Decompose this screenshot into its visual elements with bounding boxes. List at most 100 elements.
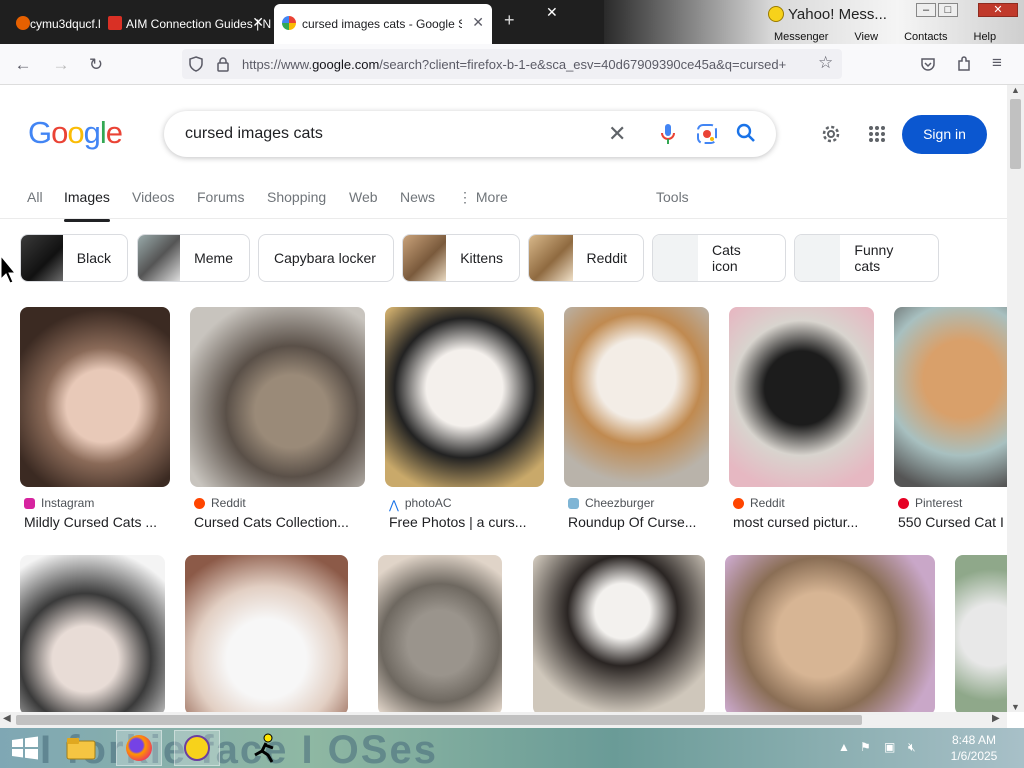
result-source[interactable]: Pinterest [898,496,962,510]
address-bar[interactable]: https://www.google.com/search?client=fir… [182,49,842,79]
scroll-down-arrow-icon[interactable]: ▼ [1011,702,1020,712]
yahoo-window-title: Yahoo! Mess... [788,6,887,23]
scroll-up-arrow-icon[interactable]: ▲ [1011,85,1020,95]
lock-icon[interactable] [216,56,230,72]
flag-icon[interactable]: ⚑ [860,740,871,754]
tab-forums[interactable]: Forums [197,189,244,205]
result-image[interactable] [378,555,502,713]
network-icon[interactable]: ▣ [884,740,895,754]
tools-button[interactable]: Tools [656,189,689,205]
result-image[interactable] [190,307,365,487]
result-image[interactable] [185,555,348,713]
tab-2[interactable]: AIM Connection Guides | NI ✕ [100,4,272,44]
mouse-cursor-icon [0,255,14,284]
result-source[interactable]: ⋀ photoAC [389,496,452,512]
chip-kittens[interactable]: Kittens [402,234,520,282]
maximize-button[interactable]: □ [938,3,958,17]
chip-reddit[interactable]: Reddit [528,234,644,282]
taskbar-aim[interactable] [242,730,288,766]
scroll-right-arrow-icon[interactable]: ▶ [992,713,1000,724]
google-logo[interactable]: Google [28,115,123,151]
result-title[interactable]: Cursed Cats Collection... [194,514,364,530]
result-source[interactable]: Cheezburger [568,496,654,510]
result-image[interactable] [955,555,1007,713]
menu-contacts[interactable]: Contacts [904,31,947,43]
taskbar-file-explorer[interactable] [58,730,104,766]
tab-1-label: cymu3dqucf.lockxie/ [30,17,100,31]
result-image[interactable] [533,555,705,713]
result-title[interactable]: Free Photos | a curs... [389,514,544,530]
menu-view[interactable]: View [854,31,878,43]
lens-search-icon[interactable] [696,123,718,145]
volume-muted-icon[interactable]: 🔇︎ [908,740,916,755]
minimize-button[interactable]: – [916,3,936,17]
tab-3-active[interactable]: cursed images cats - Google Se ✕ [274,4,492,44]
result-image[interactable] [20,555,165,713]
result-image[interactable] [894,307,1007,487]
windows-taskbar: I forkie face I OSes ▲ ⚑ ▣ 🔇︎ 8:48 AM 1/… [0,728,1024,768]
scroll-left-arrow-icon[interactable]: ◀ [3,713,11,724]
back-arrow-icon[interactable]: ← [12,54,34,76]
chip-meme[interactable]: Meme [137,234,250,282]
taskbar-yahoo-messenger[interactable] [174,730,220,766]
vertical-scroll-thumb[interactable] [1010,99,1021,169]
horizontal-scrollbar[interactable]: ◀ ▶ [0,712,1007,728]
menu-messenger[interactable]: Messenger [774,31,828,43]
result-image[interactable] [385,307,544,487]
chip-thumbnail [403,235,447,281]
vertical-scrollbar[interactable]: ▲ ▼ [1007,85,1024,712]
forward-arrow-icon[interactable]: → [50,54,72,76]
horizontal-scroll-thumb[interactable] [16,715,862,725]
google-apps-icon[interactable] [868,125,886,143]
search-icon[interactable] [736,123,756,143]
pocket-icon[interactable] [920,56,936,72]
tab-shopping[interactable]: Shopping [267,189,326,205]
tab-images[interactable]: Images [64,189,110,222]
result-source[interactable]: Instagram [24,496,94,510]
result-source[interactable]: Reddit [194,496,246,510]
result-title[interactable]: Roundup Of Curse... [568,514,708,530]
tab-3-close-icon[interactable]: ✕ [472,14,484,31]
voice-search-icon[interactable] [660,123,676,145]
yahoo-menu-bar: Messenger View Contacts Help [774,31,1022,43]
chip-funny-cats[interactable]: Funny cats [794,234,939,282]
result-image[interactable] [564,307,709,487]
chip-label: Funny cats [854,242,894,274]
hamburger-menu-icon[interactable]: ≡ [992,53,1002,73]
show-hidden-icons[interactable]: ▲ [838,740,850,754]
result-source[interactable]: Reddit [733,496,785,510]
menu-help[interactable]: Help [974,31,997,43]
start-button[interactable] [2,730,48,766]
chip-thumbnail [795,235,841,281]
reload-icon[interactable]: ↻ [85,54,107,76]
tab-web[interactable]: Web [349,189,378,205]
window-close-icon[interactable]: ✕ [546,4,558,21]
new-tab-icon[interactable]: + [504,10,515,31]
bookmark-star-icon[interactable]: ☆ [818,53,833,73]
tab-1[interactable]: cymu3dqucf.lockxie/ [8,4,100,44]
settings-gear-icon[interactable] [820,123,842,145]
search-box[interactable]: cursed images cats ✕ [164,111,776,157]
search-input[interactable]: cursed images cats [185,125,323,143]
result-title[interactable]: Mildly Cursed Cats ... [24,514,170,530]
result-image[interactable] [20,307,170,487]
result-title[interactable]: most cursed pictur... [733,514,873,530]
tab-2-close-icon[interactable]: ✕ [252,14,264,31]
tab-all[interactable]: All [27,189,43,205]
result-title[interactable]: 550 Cursed Cat I [898,514,1007,530]
tracking-shield-icon[interactable] [188,56,204,72]
result-image[interactable] [729,307,874,487]
chip-capybara-locker[interactable]: Capybara locker [258,234,394,282]
tab-more[interactable]: ⋮ More [458,189,508,206]
tab-news[interactable]: News [400,189,435,205]
extensions-icon[interactable] [956,56,972,72]
clear-search-icon[interactable]: ✕ [608,121,626,147]
sign-in-button[interactable]: Sign in [902,115,987,154]
taskbar-firefox[interactable] [116,730,162,766]
result-image[interactable] [725,555,935,713]
chip-black[interactable]: Black [20,234,128,282]
system-clock[interactable]: 8:48 AM 1/6/2025 [934,732,1014,764]
tab-videos[interactable]: Videos [132,189,175,205]
close-button[interactable]: ✕ [978,3,1018,17]
chip-cats-icon[interactable]: Cats icon [652,234,786,282]
